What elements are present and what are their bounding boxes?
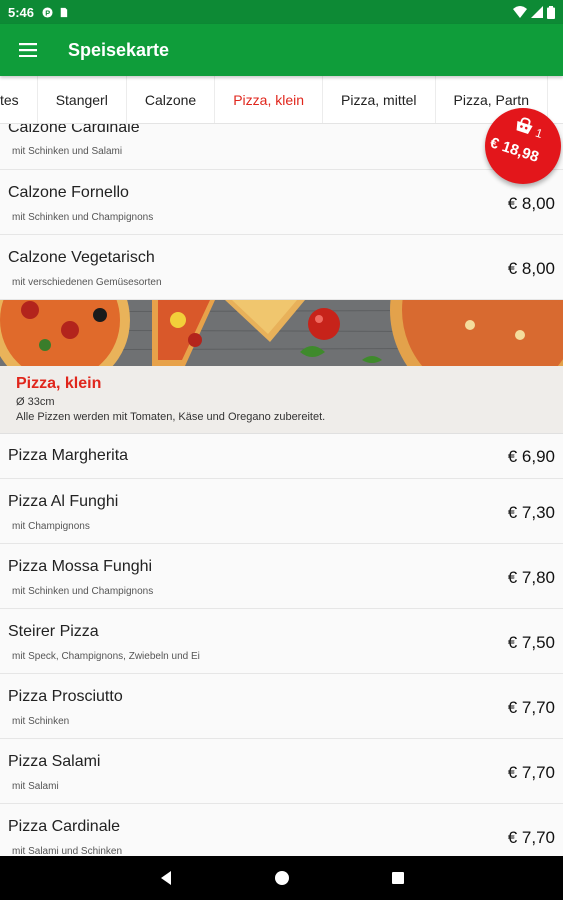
svg-text:P: P <box>45 8 50 17</box>
page-title: Speisekarte <box>68 39 170 60</box>
cart-button[interactable]: 1 € 18,98 <box>485 108 561 184</box>
list-item[interactable]: Steirer Pizza mit Speck, Champignons, Zw… <box>0 609 563 674</box>
item-name: Pizza Salami <box>8 753 101 770</box>
pizza-banner-image <box>0 300 563 366</box>
item-name: Calzone Fornello <box>8 184 129 201</box>
menu-list[interactable]: Calzone Cardinale mit Schinken und Salam… <box>0 124 563 856</box>
tab-pizza-klein[interactable]: Pizza, klein <box>215 76 324 123</box>
wifi-icon <box>513 6 527 18</box>
item-price: € 7,70 <box>507 763 555 782</box>
status-bar: 5:46 P <box>0 0 563 24</box>
back-icon[interactable] <box>158 870 174 886</box>
tab-calzone[interactable]: Calzone <box>127 76 216 123</box>
section-header: Pizza, klein Ø 33cm Alle Pizzen werden m… <box>0 366 563 434</box>
item-description: mit Salami und Schinken <box>12 846 123 856</box>
sim-icon <box>60 7 68 17</box>
item-price: € 7,70 <box>507 698 555 717</box>
item-name: Calzone Cardinale <box>8 124 140 136</box>
item-description: mit Schinken und Champignons <box>12 586 154 597</box>
item-description: mit Salami <box>12 781 59 792</box>
hamburger-icon[interactable] <box>0 24 56 76</box>
list-item[interactable]: Pizza Cardinale mit Salami und Schinken … <box>0 804 563 856</box>
list-item[interactable]: Pizza Mossa Funghi mit Schinken und Cham… <box>0 544 563 609</box>
list-item[interactable]: Pizza Prosciutto mit Schinken € 7,70 <box>0 674 563 739</box>
item-price: € 8,00 <box>507 194 555 213</box>
list-item[interactable]: Calzone Vegetarisch mit verschiedenen Ge… <box>0 235 563 300</box>
item-description: mit Champignons <box>12 521 90 532</box>
signal-icon <box>531 6 543 18</box>
status-time: 5:46 <box>8 4 35 20</box>
app-bar: Speisekarte <box>0 24 563 76</box>
item-name: Pizza Prosciutto <box>8 688 123 705</box>
section-title: Pizza, klein <box>16 375 102 392</box>
list-item[interactable]: Calzone Fornello mit Schinken und Champi… <box>0 170 563 235</box>
recents-icon[interactable] <box>390 870 406 886</box>
cart-count: 1 <box>533 125 545 142</box>
item-name: Pizza Cardinale <box>8 818 121 835</box>
battery-icon <box>547 5 555 19</box>
tab-pizza-mittel[interactable]: Pizza, mittel <box>323 76 436 123</box>
item-price: € 6,90 <box>507 447 555 466</box>
category-tabs: tes Stangerl Calzone Pizza, klein Pizza,… <box>0 76 563 124</box>
shopping-bag-icon <box>516 117 533 134</box>
item-price: € 8,00 <box>507 259 555 278</box>
item-name: Pizza Margherita <box>8 447 129 464</box>
section-size: Ø 33cm <box>16 396 55 408</box>
item-description: mit verschiedenen Gemüsesorten <box>12 277 162 288</box>
item-price: € 7,50 <box>507 633 555 652</box>
p-icon: P <box>42 6 53 18</box>
navigation-bar <box>0 856 563 900</box>
home-icon[interactable] <box>274 870 290 886</box>
list-item[interactable]: Pizza Margherita € 6,90 <box>0 434 563 479</box>
list-item[interactable]: Pizza Salami mit Salami € 7,70 <box>0 739 563 804</box>
tab-stangerl[interactable]: Stangerl <box>38 76 127 123</box>
item-name: Steirer Pizza <box>8 623 99 640</box>
item-price: € 7,80 <box>507 568 555 587</box>
tab-desserts[interactable]: tes <box>0 76 38 123</box>
list-item[interactable]: Pizza Al Funghi mit Champignons € 7,30 <box>0 479 563 544</box>
item-description: mit Schinken <box>12 716 70 727</box>
item-name: Pizza Al Funghi <box>8 493 119 510</box>
section-note: Alle Pizzen werden mit Tomaten, Käse und… <box>16 411 326 423</box>
item-price: € 7,70 <box>507 828 555 847</box>
item-price: € 7,30 <box>507 503 555 522</box>
item-description: mit Schinken und Salami <box>12 146 123 157</box>
item-description: mit Speck, Champignons, Zwiebeln und Ei <box>12 651 200 662</box>
item-name: Pizza Mossa Funghi <box>8 558 153 575</box>
item-description: mit Schinken und Champignons <box>12 212 154 223</box>
item-name: Calzone Vegetarisch <box>8 249 155 266</box>
